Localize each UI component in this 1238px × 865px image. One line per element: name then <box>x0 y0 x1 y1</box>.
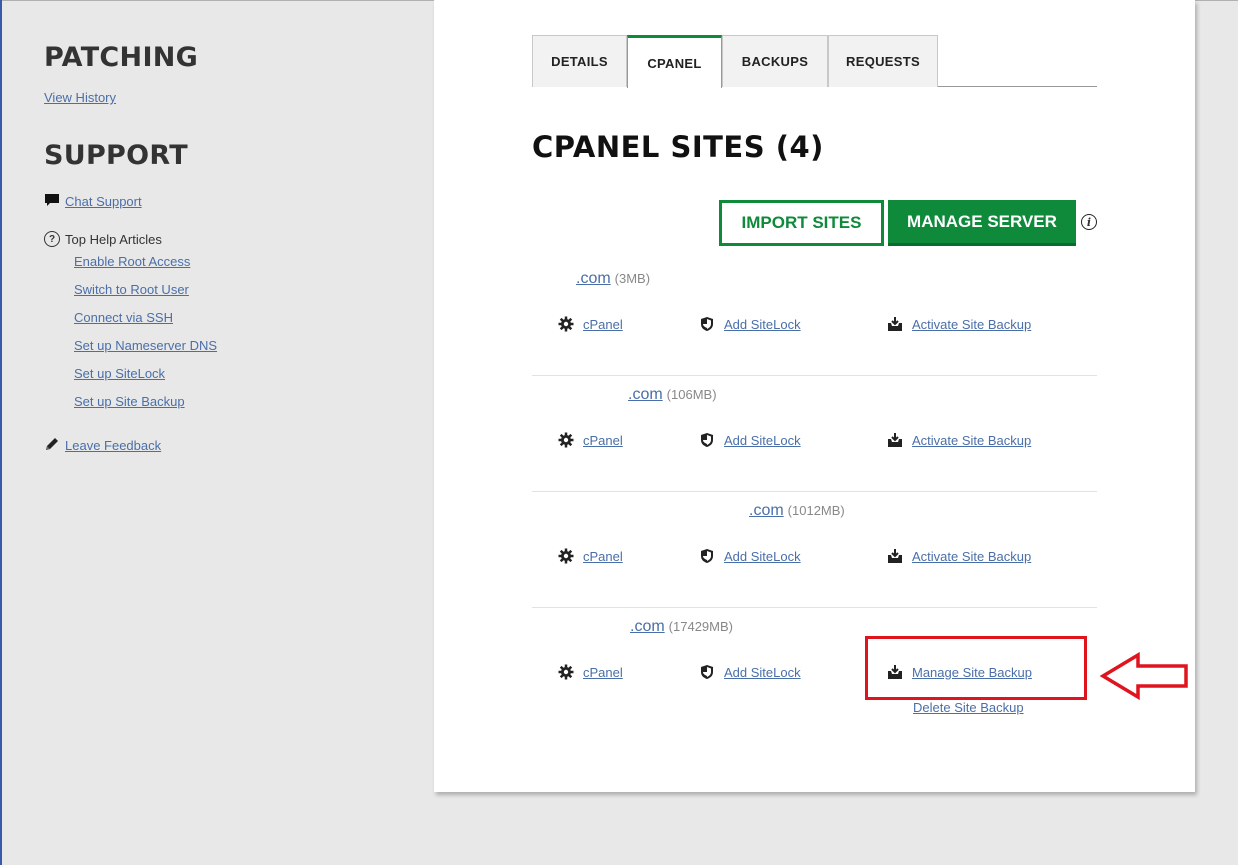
activate-site-backup-link[interactable]: Activate Site Backup <box>912 433 1031 448</box>
chat-bubble-icon <box>44 193 60 210</box>
gear-icon <box>557 431 575 449</box>
info-icon[interactable]: i <box>1081 214 1097 230</box>
site-size: (106MB) <box>666 387 717 402</box>
cpanel-action: cPanel <box>557 315 623 333</box>
sitelock-action: Add SiteLock <box>698 315 801 333</box>
add-sitelock-link[interactable]: Add SiteLock <box>724 549 801 564</box>
patching-heading: PATCHING <box>44 42 199 73</box>
support-heading: SUPPORT <box>44 140 188 171</box>
list-item: Set up Site Backup <box>74 388 424 416</box>
chat-support-row: Chat Support <box>44 193 424 210</box>
site-row: .com (3MB) cPanel Add SiteLock Activate S… <box>532 260 1097 376</box>
sitelock-action: Add SiteLock <box>698 431 801 449</box>
page-title: CPANEL SITES (4) <box>532 130 824 164</box>
site-size: (17429MB) <box>668 619 733 634</box>
gear-icon <box>557 663 575 681</box>
add-sitelock-link[interactable]: Add SiteLock <box>724 317 801 332</box>
site-domain-link[interactable]: .com <box>628 386 663 403</box>
site-actions: cPanel Add SiteLock Activate Site Backup <box>532 547 1097 567</box>
site-size: (3MB) <box>614 271 651 286</box>
leave-feedback-link[interactable]: Leave Feedback <box>65 438 161 453</box>
backup-icon <box>886 547 904 565</box>
window-left-border <box>0 0 2 865</box>
help-article-link[interactable]: Set up Nameserver DNS <box>74 338 217 353</box>
annotation-highlight-box <box>865 636 1087 700</box>
annotation-arrow-icon <box>1100 652 1188 700</box>
top-help-articles-row: ? Top Help Articles <box>44 231 424 247</box>
help-article-link[interactable]: Switch to Root User <box>74 282 189 297</box>
backup-icon <box>886 315 904 333</box>
site-domain: .com (106MB) <box>628 386 717 404</box>
gear-icon <box>557 547 575 565</box>
shield-icon <box>698 431 716 449</box>
site-domain: .com (3MB) <box>576 270 650 288</box>
activate-site-backup-link[interactable]: Activate Site Backup <box>912 317 1031 332</box>
shield-icon <box>698 315 716 333</box>
tab-requests[interactable]: REQUESTS <box>828 35 938 87</box>
question-icon: ? <box>44 231 60 247</box>
help-articles-list: Enable Root Access Switch to Root User C… <box>74 248 424 416</box>
list-item: Enable Root Access <box>74 248 424 276</box>
cpanel-link[interactable]: cPanel <box>583 549 623 564</box>
site-domain-link[interactable]: .com <box>630 618 665 635</box>
cpanel-link[interactable]: cPanel <box>583 433 623 448</box>
cpanel-action: cPanel <box>557 547 623 565</box>
tab-bar: DETAILS CPANEL BACKUPS REQUESTS <box>532 35 1097 88</box>
list-item: Connect via SSH <box>74 304 424 332</box>
chat-support-link[interactable]: Chat Support <box>65 194 142 209</box>
sidebar: PATCHING View History SUPPORT Chat Suppo… <box>44 40 424 455</box>
site-actions: cPanel Add SiteLock Activate Site Backup <box>532 315 1097 335</box>
site-size: (1012MB) <box>787 503 845 518</box>
add-sitelock-link[interactable]: Add SiteLock <box>724 433 801 448</box>
backup-action: Activate Site Backup <box>886 547 1031 565</box>
backup-icon <box>886 431 904 449</box>
help-article-link[interactable]: Connect via SSH <box>74 310 173 325</box>
pencil-icon <box>44 436 60 455</box>
delete-site-backup-link[interactable]: Delete Site Backup <box>913 700 1024 715</box>
site-domain: .com (1012MB) <box>749 502 845 520</box>
top-help-articles-title: Top Help Articles <box>65 231 162 247</box>
tab-details[interactable]: DETAILS <box>532 35 627 87</box>
cpanel-link[interactable]: cPanel <box>583 317 623 332</box>
site-row: .com (1012MB) cPanel Add SiteLock Activat… <box>532 492 1097 608</box>
backup-action: Activate Site Backup <box>886 431 1031 449</box>
tab-cpanel[interactable]: CPANEL <box>627 35 722 88</box>
cpanel-action: cPanel <box>557 663 623 681</box>
view-history-link[interactable]: View History <box>44 90 116 105</box>
help-article-link[interactable]: Set up Site Backup <box>74 394 185 409</box>
cpanel-action: cPanel <box>557 431 623 449</box>
site-actions: cPanel Add SiteLock Activate Site Backup <box>532 431 1097 451</box>
activate-site-backup-link[interactable]: Activate Site Backup <box>912 549 1031 564</box>
gear-icon <box>557 315 575 333</box>
site-domain: .com (17429MB) <box>630 618 733 636</box>
list-item: Switch to Root User <box>74 276 424 304</box>
backup-action: Activate Site Backup <box>886 315 1031 333</box>
list-item: Set up Nameserver DNS <box>74 332 424 360</box>
help-article-link[interactable]: Set up SiteLock <box>74 366 165 381</box>
site-domain-link[interactable]: .com <box>749 502 784 519</box>
add-sitelock-link[interactable]: Add SiteLock <box>724 665 801 680</box>
cpanel-link[interactable]: cPanel <box>583 665 623 680</box>
help-article-link[interactable]: Enable Root Access <box>74 254 190 269</box>
shield-icon <box>698 547 716 565</box>
site-domain-link[interactable]: .com <box>576 270 611 287</box>
list-item: Set up SiteLock <box>74 360 424 388</box>
sitelock-action: Add SiteLock <box>698 547 801 565</box>
site-row: .com (106MB) cPanel Add SiteLock Activate… <box>532 376 1097 492</box>
manage-server-button[interactable]: MANAGE SERVER <box>888 200 1076 246</box>
leave-feedback-row: Leave Feedback <box>44 436 424 455</box>
sitelock-action: Add SiteLock <box>698 663 801 681</box>
import-sites-button[interactable]: IMPORT SITES <box>719 200 884 246</box>
tab-backups[interactable]: BACKUPS <box>722 35 828 87</box>
shield-icon <box>698 663 716 681</box>
